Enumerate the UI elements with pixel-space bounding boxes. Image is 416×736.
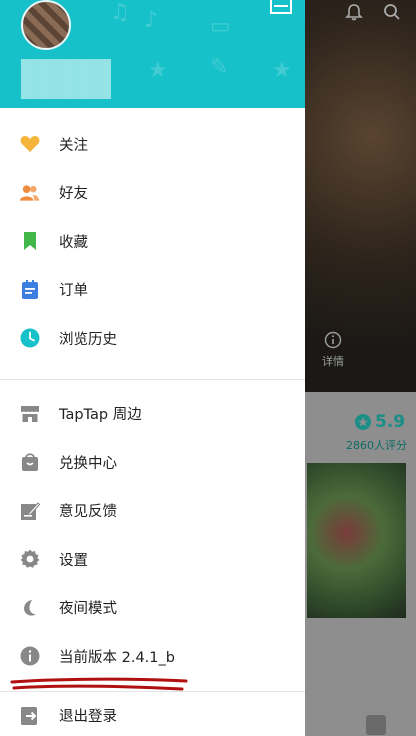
details-button[interactable]: 详情 <box>322 331 344 369</box>
menu-label: 好友 <box>59 186 88 203</box>
heart-icon <box>19 134 40 155</box>
info-icon <box>324 331 342 349</box>
gear-icon <box>19 549 40 570</box>
menu-item-redeem-center[interactable]: 兑换中心 <box>0 438 305 487</box>
menu-item-feedback[interactable]: 意见反馈 <box>0 487 305 536</box>
clock-icon <box>19 328 40 349</box>
username-blurred[interactable] <box>21 59 111 99</box>
logout-icon <box>19 705 40 726</box>
primary-menu: 关注 好友 收藏 订单 浏览历史 <box>0 108 305 363</box>
star-icon <box>355 414 371 430</box>
menu-item-orders[interactable]: 订单 <box>0 266 305 315</box>
game-screenshot <box>307 463 406 618</box>
details-label: 详情 <box>322 355 344 368</box>
menu-label: 退出登录 <box>59 709 117 726</box>
menu-item-taptap-merch[interactable]: TapTap 周边 <box>0 390 305 439</box>
menu-label: 关注 <box>59 137 88 154</box>
menu-label: 设置 <box>59 552 88 569</box>
menu-label: 意见反馈 <box>59 504 117 521</box>
moon-icon <box>19 597 40 618</box>
avatar[interactable] <box>21 0 71 50</box>
menu-item-friends[interactable]: 好友 <box>0 169 305 218</box>
rating-count: 2860人评分 <box>346 439 407 452</box>
menu-label: 收藏 <box>59 234 88 251</box>
menu-label: TapTap 周边 <box>59 407 142 424</box>
menu-label: 兑换中心 <box>59 455 117 472</box>
info-icon <box>19 646 40 667</box>
rating: 5.9 <box>355 412 405 432</box>
divider <box>0 378 305 380</box>
menu-label: 当前版本 2.4.1_b <box>59 649 175 666</box>
menu-item-logout[interactable]: 退出登录 <box>0 692 305 736</box>
music-note-icon: ♪ <box>144 8 159 33</box>
navigation-drawer: ♪ ▭ ★ ✎ ★ ♫ 关注 好友 收藏 订单 浏览历史 TapTap 周边 兑… <box>0 0 305 736</box>
bell-icon[interactable] <box>344 2 364 22</box>
order-icon <box>19 279 40 300</box>
menu-item-night-mode[interactable]: 夜间模式 <box>0 584 305 633</box>
music-note-icon: ♫ <box>110 0 130 25</box>
menu-label: 夜间模式 <box>59 601 117 618</box>
star-deco-icon: ★ <box>148 58 168 83</box>
menu-item-favorites[interactable]: 收藏 <box>0 217 305 266</box>
pencil-icon: ✎ <box>210 55 229 80</box>
menu-label: 浏览历史 <box>59 331 117 348</box>
gamepad-icon: ▭ <box>210 14 231 39</box>
secondary-menu: TapTap 周边 兑换中心 意见反馈 设置 夜间模式 当前版本 2.4.1_b <box>0 390 305 681</box>
menu-item-settings[interactable]: 设置 <box>0 535 305 584</box>
menu-label: 订单 <box>59 283 88 300</box>
star-deco-icon: ★ <box>272 58 292 83</box>
feedback-icon <box>19 500 40 521</box>
red-underline-annotation <box>10 677 188 691</box>
menu-item-follow[interactable]: 关注 <box>0 120 305 169</box>
bottom-icon <box>366 715 386 735</box>
friends-icon <box>19 182 40 203</box>
rating-value: 5.9 <box>375 412 406 432</box>
search-icon[interactable] <box>382 2 402 22</box>
menu-item-history[interactable]: 浏览历史 <box>0 314 305 363</box>
drawer-header: ♪ ▭ ★ ✎ ★ ♫ <box>0 0 305 108</box>
menu-item-version[interactable]: 当前版本 2.4.1_b <box>0 632 305 681</box>
logout-menu: 退出登录 <box>0 692 305 736</box>
scan-icon[interactable] <box>270 0 292 14</box>
store-icon <box>19 403 40 424</box>
bookmark-icon <box>19 231 40 252</box>
shopping-bag-icon <box>19 452 40 473</box>
